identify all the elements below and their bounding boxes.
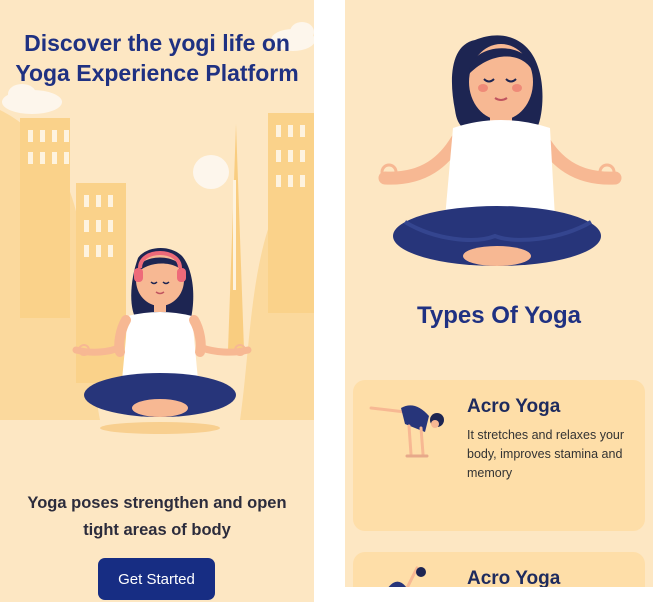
card-title: Acro Yoga [467, 568, 561, 587]
yoga-pose-illustration [388, 566, 426, 587]
onboarding-screen: Discover the yogi life on Yoga Experienc… [0, 0, 314, 602]
get-started-button[interactable]: Get Started [98, 558, 215, 600]
acro-yoga-pose-illustration [369, 405, 444, 458]
types-of-yoga-screen: Types Of Yoga Acro Yoga It stretches and… [345, 0, 653, 587]
yoga-type-card[interactable]: Acro Yoga It stretches and relaxes your … [353, 380, 645, 531]
yoga-type-card[interactable]: Acro Yoga [353, 552, 645, 587]
section-title: Types Of Yoga [416, 302, 582, 329]
card-title: Acro Yoga [467, 396, 561, 417]
card-description: It stretches and relaxes your body, impr… [467, 428, 625, 480]
meditating-woman-illustration [378, 35, 622, 266]
onboarding-tagline: Yoga poses strengthen and open tight are… [27, 494, 287, 539]
